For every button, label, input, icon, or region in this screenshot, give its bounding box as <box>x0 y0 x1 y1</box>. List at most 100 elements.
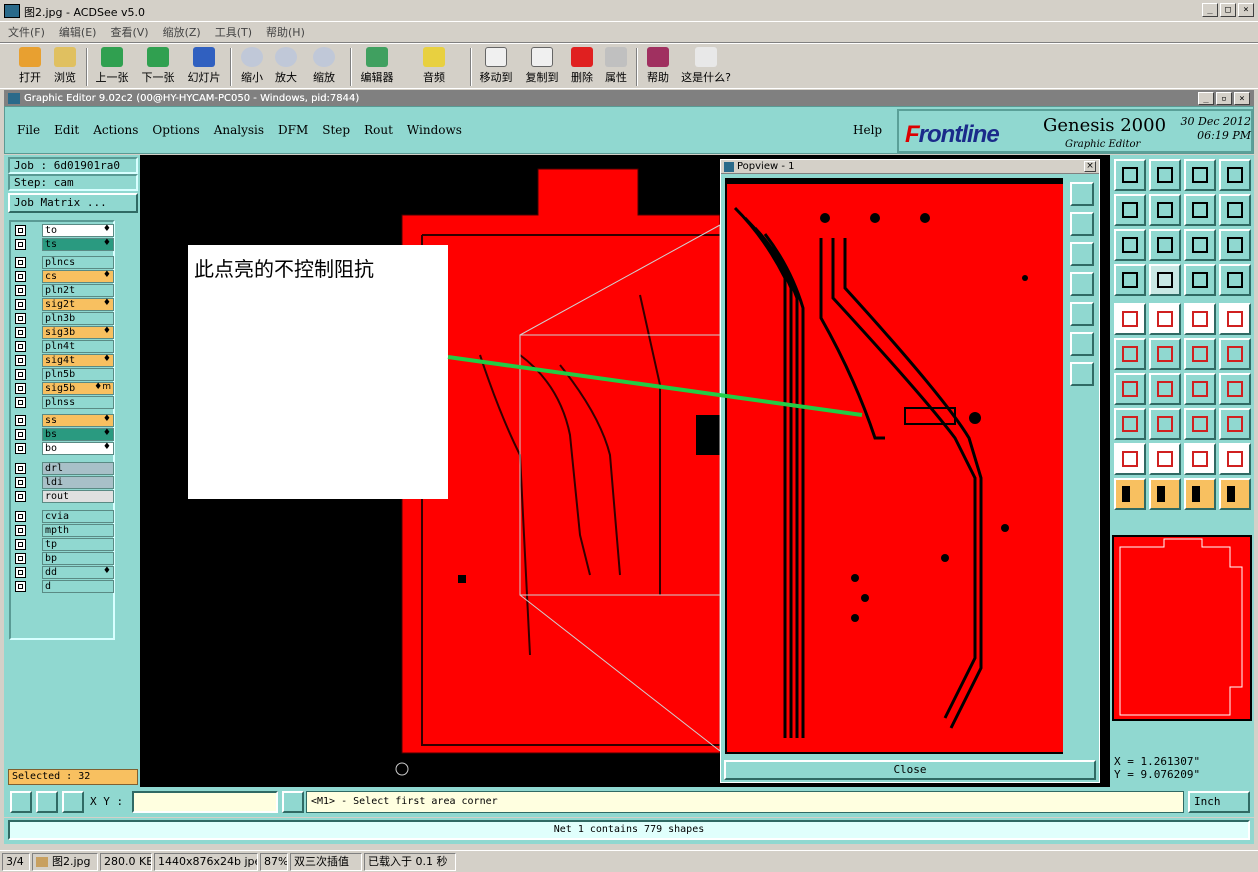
layer-checkbox[interactable] <box>15 525 26 536</box>
layer-row-plncs[interactable]: plncs <box>13 256 114 269</box>
snap-tool-1[interactable] <box>10 791 32 813</box>
unit-selector[interactable]: Inch <box>1188 791 1250 813</box>
layer-checkbox[interactable] <box>15 511 26 522</box>
layer-row-to[interactable]: to ♦ <box>13 224 114 237</box>
layer-checkbox[interactable] <box>15 443 26 454</box>
layer-row-dd[interactable]: dd ♦ <box>13 566 114 579</box>
popview-close-x[interactable]: × <box>1084 161 1096 172</box>
layer-row-sig4t[interactable]: sig4t ♦ <box>13 354 114 367</box>
layer-checkbox[interactable] <box>15 257 26 268</box>
layer-name[interactable]: pln3b <box>42 312 114 325</box>
mini-map[interactable] <box>1112 535 1252 721</box>
layer-checkbox[interactable] <box>15 239 26 250</box>
layer-row-pln5b[interactable]: pln5b <box>13 368 114 381</box>
tri-tool-1-button[interactable] <box>1114 443 1146 475</box>
layer-row-plnss[interactable]: plnss <box>13 396 114 409</box>
layer-checkbox[interactable] <box>15 299 26 310</box>
layer-name[interactable]: tp <box>42 538 114 551</box>
menu-analysis[interactable]: Analysis <box>214 123 264 137</box>
tri-tool-3-button[interactable] <box>1184 443 1216 475</box>
layer-checkbox[interactable] <box>15 313 26 324</box>
layer-name[interactable]: drl <box>42 462 114 475</box>
layer-checkbox[interactable] <box>15 463 26 474</box>
popview-tool-1[interactable] <box>1070 182 1094 206</box>
layer-checkbox[interactable] <box>15 539 26 550</box>
layer-checkbox[interactable] <box>15 341 26 352</box>
layer-name[interactable]: mpth <box>42 524 114 537</box>
redraw-button[interactable] <box>1219 194 1251 226</box>
layer-checkbox[interactable] <box>15 567 26 578</box>
layer-checkbox[interactable] <box>15 225 26 236</box>
layer-checkbox[interactable] <box>15 553 26 564</box>
layer-checkbox[interactable] <box>15 271 26 282</box>
zoom-button[interactable]: 缩放 <box>308 47 340 89</box>
snap-tool-2-button[interactable] <box>1219 338 1251 370</box>
layer-name[interactable]: plncs <box>42 256 114 269</box>
menu-edit-ge[interactable]: Edit <box>54 123 79 137</box>
cross-tool-button[interactable] <box>1149 338 1181 370</box>
layer-checkbox[interactable] <box>15 397 26 408</box>
query-button[interactable] <box>1219 229 1251 261</box>
minimize-button[interactable]: _ <box>1202 3 1218 17</box>
editor-close-button[interactable]: × <box>1234 92 1250 105</box>
line-tool-button[interactable] <box>1114 373 1146 405</box>
layer-row-tp[interactable]: tp <box>13 538 114 551</box>
layer-checkbox[interactable] <box>15 285 26 296</box>
popview-tool-5[interactable] <box>1070 302 1094 326</box>
layer-row-d[interactable]: d <box>13 580 114 593</box>
layer-checkbox[interactable] <box>15 355 26 366</box>
split-tool-button[interactable] <box>1184 408 1216 440</box>
one-to-one-button[interactable] <box>1184 229 1216 261</box>
zoom-home-button[interactable] <box>1114 159 1146 191</box>
tri-tool-4-button[interactable] <box>1219 443 1251 475</box>
menu-windows[interactable]: Windows <box>407 123 462 137</box>
snap-tool-button[interactable] <box>1184 338 1216 370</box>
zoom-in-area-button[interactable] <box>1114 229 1146 261</box>
tri-tool-2-button[interactable] <box>1149 443 1181 475</box>
layer-row-drl[interactable]: drl <box>13 462 114 475</box>
layer-row-ldi[interactable]: ldi <box>13 476 114 489</box>
slash-tool-button[interactable] <box>1149 373 1181 405</box>
color-tool-button[interactable] <box>1149 303 1181 335</box>
layer-checkbox[interactable] <box>15 429 26 440</box>
move-to-button[interactable]: 移动到 <box>476 47 516 89</box>
popview-tool-3[interactable] <box>1070 242 1094 266</box>
layer-row-pln2t[interactable]: pln2t <box>13 284 114 297</box>
menu-file-ge[interactable]: File <box>17 123 40 137</box>
rotate-tool-button[interactable] <box>1184 373 1216 405</box>
popview-canvas[interactable] <box>725 178 1063 754</box>
menu-options[interactable]: Options <box>152 123 199 137</box>
select-tool-3-button[interactable] <box>1184 478 1216 510</box>
flip-b-button[interactable] <box>1219 264 1251 296</box>
measure-button[interactable] <box>1114 264 1146 296</box>
layer-row-ts[interactable]: ts ♦ <box>13 238 114 251</box>
layer-row-rout[interactable]: rout <box>13 490 114 503</box>
select-tool-button[interactable] <box>1114 478 1146 510</box>
layer-name[interactable]: d <box>42 580 114 593</box>
browse-button[interactable]: 浏览 <box>50 47 80 89</box>
layer-row-bo[interactable]: bo ♦ <box>13 442 114 455</box>
maximize-button[interactable]: □ <box>1220 3 1236 17</box>
layer-checkbox[interactable] <box>15 491 26 502</box>
flip-a-button[interactable] <box>1184 264 1216 296</box>
editor-button[interactable]: 编辑器 <box>358 47 396 89</box>
layer-checkbox[interactable] <box>15 415 26 426</box>
point-tool-button[interactable] <box>1219 303 1251 335</box>
layer-checkbox[interactable] <box>15 383 26 394</box>
move-tool-button[interactable] <box>1114 408 1146 440</box>
menu-rout[interactable]: Rout <box>364 123 393 137</box>
layer-name[interactable]: bp <box>42 552 114 565</box>
menu-zoom[interactable]: 缩放(Z) <box>163 24 201 40</box>
layer-row-mpth[interactable]: mpth <box>13 524 114 537</box>
layer-row-pln3b[interactable]: pln3b <box>13 312 114 325</box>
menu-actions[interactable]: Actions <box>93 123 138 137</box>
whats-this-button[interactable]: 这是什么? <box>678 47 734 89</box>
layer-row-cs[interactable]: cs ♦ <box>13 270 114 283</box>
popview-tool-6[interactable] <box>1070 332 1094 356</box>
properties-button[interactable]: 属性 <box>602 47 630 89</box>
layer-row-sig2t[interactable]: sig2t ♦ <box>13 298 114 311</box>
zoom-fit-button[interactable] <box>1149 159 1181 191</box>
help-button[interactable]: 帮助 <box>644 47 672 89</box>
menu-edit[interactable]: 编辑(E) <box>59 24 97 40</box>
layer-name[interactable]: pln5b <box>42 368 114 381</box>
